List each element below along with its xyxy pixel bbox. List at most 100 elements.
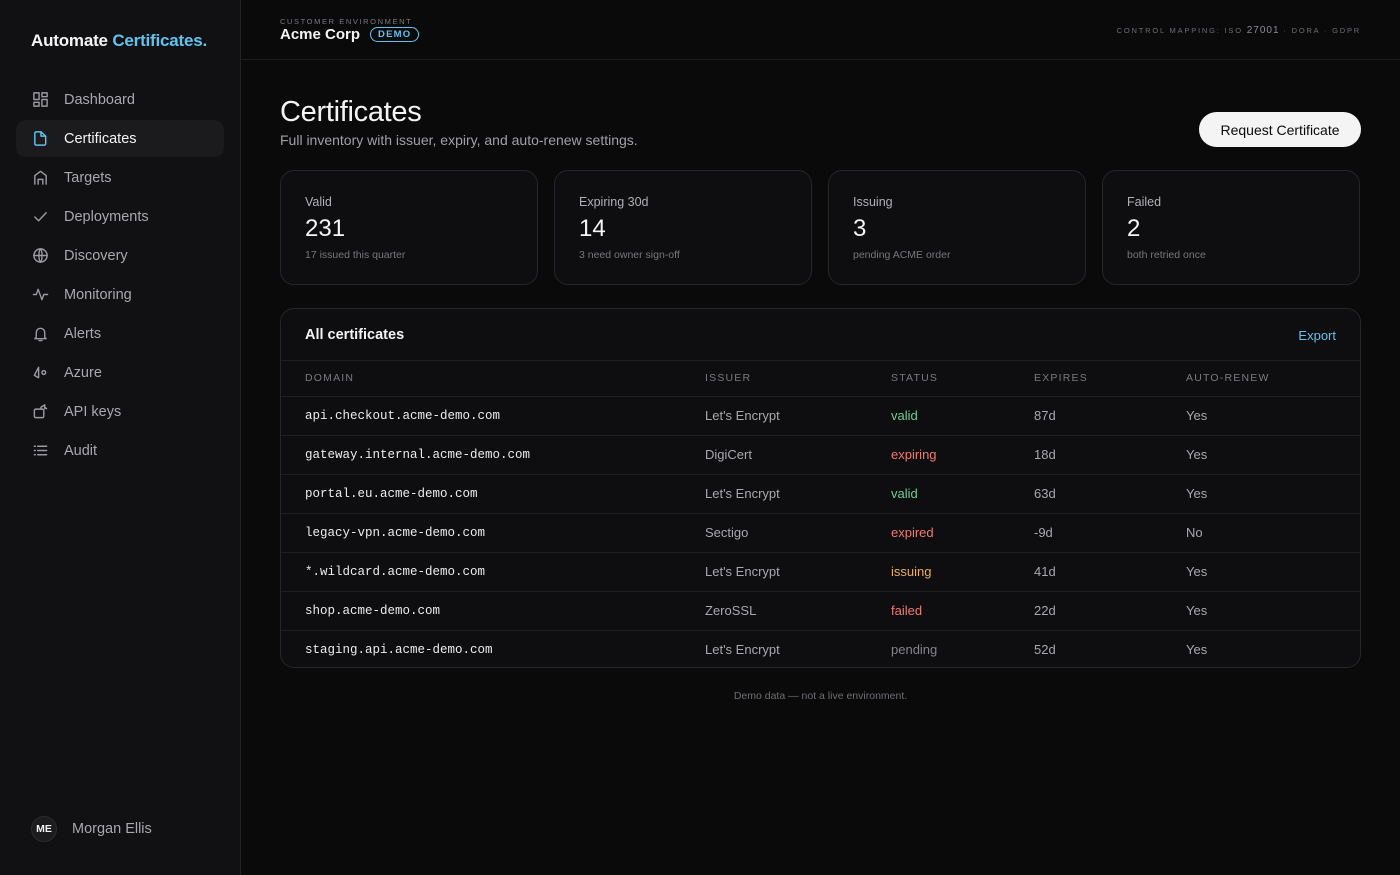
globe-icon: [31, 247, 49, 265]
status-badge: valid: [891, 474, 1034, 514]
stats-row: Valid 231 17 issued this quarter Expirin…: [280, 170, 1360, 285]
sidebar-item-dashboard[interactable]: Dashboard: [16, 81, 224, 118]
status-badge: issuing: [891, 552, 1034, 592]
cell-auto-renew: Yes: [1186, 552, 1360, 592]
target-icon: [31, 169, 49, 187]
cell-expires: 22d: [1034, 591, 1186, 631]
table-row[interactable]: *.wildcard.acme-demo.com Let's Encrypt i…: [281, 552, 1360, 592]
stat-value: 14: [579, 215, 606, 242]
sidebar-item-label: Discovery: [64, 247, 128, 264]
sidebar-item-discovery[interactable]: Discovery: [16, 237, 224, 274]
sidebar-item-targets[interactable]: Targets: [16, 159, 224, 196]
sidebar-item-label: Dashboard: [64, 91, 135, 108]
cell-expires: 52d: [1034, 642, 1056, 658]
table-row[interactable]: staging.api.acme-demo.com Let's Encrypt …: [281, 630, 1360, 667]
stat-card-failed: Failed 2 both retried once: [1102, 170, 1360, 285]
column-header-status[interactable]: STATUS: [891, 361, 1034, 397]
stat-card-valid: Valid 231 17 issued this quarter: [280, 170, 538, 285]
sidebar-item-label: Azure: [64, 364, 102, 381]
cell-issuer: Let's Encrypt: [705, 396, 891, 436]
export-link[interactable]: Export: [1298, 328, 1336, 343]
cell-auto-renew: Yes: [1186, 396, 1360, 436]
cell-domain: staging.api.acme-demo.com: [305, 642, 493, 657]
table-row[interactable]: legacy-vpn.acme-demo.com Sectigo expired…: [281, 513, 1360, 553]
sidebar-item-api-keys[interactable]: API keys: [16, 393, 224, 430]
status-badge: valid: [891, 396, 1034, 436]
request-certificate-button[interactable]: Request Certificate: [1199, 112, 1361, 147]
sidebar-item-monitoring[interactable]: Monitoring: [16, 276, 224, 313]
cell-auto-renew: Yes: [1186, 474, 1360, 514]
status-badge: expired: [891, 513, 1034, 553]
table-row[interactable]: gateway.internal.acme-demo.com DigiCert …: [281, 435, 1360, 475]
sidebar-item-label: Audit: [64, 442, 98, 459]
user-profile[interactable]: ME Morgan Ellis: [31, 816, 152, 842]
environment-label: CUSTOMER ENVIRONMENT: [280, 17, 413, 26]
sidebar-item-audit[interactable]: Audit: [16, 432, 224, 469]
stat-note: both retried once: [1127, 249, 1206, 261]
demo-footnote: Demo data — not a live environment.: [733, 690, 908, 702]
table-row[interactable]: portal.eu.acme-demo.com Let's Encrypt va…: [281, 474, 1360, 514]
column-header-issuer[interactable]: ISSUER: [705, 361, 891, 397]
stat-value: 2: [1127, 215, 1141, 242]
azure-icon: [31, 364, 49, 382]
column-header-domain[interactable]: DOMAIN: [281, 361, 705, 397]
status-badge: pending: [891, 642, 938, 658]
sidebar: Automate Certificates. Dashboard Certifi…: [0, 0, 241, 875]
table-row[interactable]: api.checkout.acme-demo.com Let's Encrypt…: [281, 396, 1360, 436]
cell-auto-renew: Yes: [1186, 591, 1360, 631]
activity-icon: [31, 286, 49, 304]
sidebar-item-label: Deployments: [64, 208, 149, 225]
sidebar-item-label: Monitoring: [64, 286, 132, 303]
table-header-row: DOMAIN ISSUER STATUS EXPIRES AUTO-RENEW: [281, 361, 1360, 397]
cell-domain: api.checkout.acme-demo.com: [281, 396, 705, 436]
control-mapping-iso: 27001: [1246, 25, 1280, 36]
sidebar-item-label: Targets: [64, 169, 112, 186]
cell-auto-renew: Yes: [1186, 435, 1360, 475]
dashboard-icon: [31, 91, 49, 109]
page-subtitle: Full inventory with issuer, expiry, and …: [280, 132, 638, 148]
cell-domain: shop.acme-demo.com: [281, 591, 705, 631]
cell-domain: *.wildcard.acme-demo.com: [281, 552, 705, 592]
sidebar-item-certificates[interactable]: Certificates: [16, 120, 224, 157]
sidebar-item-alerts[interactable]: Alerts: [16, 315, 224, 352]
sidebar-item-label: Alerts: [64, 325, 102, 342]
list-icon: [31, 442, 49, 460]
cell-expires: -9d: [1034, 513, 1186, 553]
sidebar-item-deployments[interactable]: Deployments: [16, 198, 224, 235]
sidebar-item-azure[interactable]: Azure: [16, 354, 224, 391]
column-header-auto-renew[interactable]: AUTO-RENEW: [1186, 361, 1360, 397]
cell-auto-renew: No: [1186, 513, 1360, 553]
brand-text: Automate: [31, 31, 113, 50]
demo-badge: DEMO: [370, 27, 420, 42]
check-icon: [31, 208, 49, 226]
sidebar-item-label: API keys: [64, 403, 122, 420]
cell-domain: gateway.internal.acme-demo.com: [281, 435, 705, 475]
certificates-table: DOMAIN ISSUER STATUS EXPIRES AUTO-RENEW …: [281, 361, 1360, 667]
cell-issuer: Let's Encrypt: [705, 642, 780, 658]
cell-domain: legacy-vpn.acme-demo.com: [281, 513, 705, 553]
column-header-expires[interactable]: EXPIRES: [1034, 361, 1186, 397]
bell-icon: [31, 325, 49, 343]
stat-note: pending ACME order: [853, 249, 951, 261]
certificates-table-card: All certificates Export DOMAIN ISSUER ST…: [280, 308, 1361, 668]
environment-switcher[interactable]: Acme Corp DEMO: [280, 26, 420, 43]
cell-expires: 63d: [1034, 474, 1186, 514]
cell-issuer: Sectigo: [705, 513, 891, 553]
status-badge: failed: [891, 591, 1034, 631]
cell-expires: 41d: [1034, 552, 1186, 592]
brand-logo[interactable]: Automate Certificates.: [31, 31, 207, 51]
stat-label: Failed: [1127, 195, 1162, 209]
stat-note: 3 need owner sign-off: [579, 249, 680, 261]
cell-issuer: Let's Encrypt: [705, 552, 891, 592]
table-card-header: All certificates Export: [281, 309, 1360, 361]
stat-card-issuing: Issuing 3 pending ACME order: [828, 170, 1086, 285]
table-row[interactable]: shop.acme-demo.com ZeroSSL failed 22d Ye…: [281, 591, 1360, 631]
control-mapping-prefix: CONTROL MAPPING: ISO: [1116, 26, 1247, 35]
cell-domain: portal.eu.acme-demo.com: [281, 474, 705, 514]
stat-label: Valid: [305, 195, 332, 209]
stat-value: 3: [853, 215, 867, 242]
stat-value: 231: [305, 215, 346, 242]
table-body: api.checkout.acme-demo.com Let's Encrypt…: [281, 396, 1360, 667]
main-content: CUSTOMER ENVIRONMENT Acme Corp DEMO CONT…: [241, 0, 1400, 875]
key-icon: [31, 403, 49, 421]
